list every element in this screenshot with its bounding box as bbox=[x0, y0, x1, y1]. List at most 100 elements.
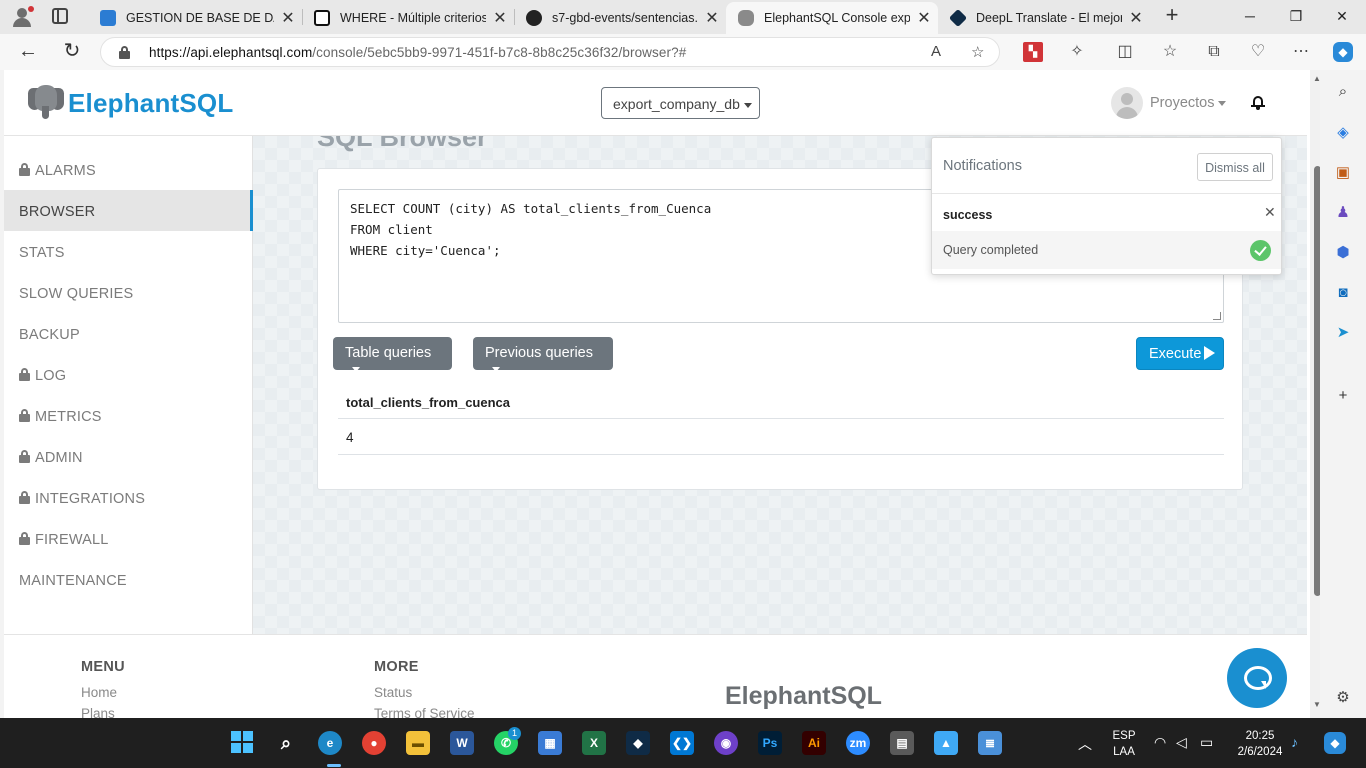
scrollbar-thumb[interactable] bbox=[1314, 166, 1320, 596]
window-close-button[interactable]: ✕ bbox=[1322, 4, 1362, 28]
close-icon[interactable]: ✕ bbox=[910, 8, 938, 28]
outlook-icon[interactable]: ◙ bbox=[1333, 283, 1353, 303]
github-desktop-icon[interactable]: ◉ bbox=[714, 731, 738, 755]
close-icon[interactable]: ✕ bbox=[486, 8, 514, 28]
browser-tab-3[interactable]: s7-gbd-events/sentencias.m ✕ bbox=[514, 2, 726, 34]
browser-tab-2[interactable]: WHERE - Múltiple criterios ✕ bbox=[302, 2, 514, 34]
close-icon[interactable]: ✕ bbox=[1264, 204, 1276, 221]
battery-icon[interactable]: ▭ bbox=[1200, 734, 1213, 751]
chat-support-icon[interactable] bbox=[1227, 648, 1287, 708]
vscode-icon[interactable]: ❮❯ bbox=[670, 731, 694, 755]
footer-link-home[interactable]: Home bbox=[81, 685, 117, 700]
sidebar-item-metrics[interactable]: METRICS bbox=[4, 395, 253, 436]
sidebar-item-firewall[interactable]: FIREWALL bbox=[4, 518, 253, 559]
favorites-icon[interactable]: ☆ bbox=[1160, 42, 1180, 62]
sidebar-item-admin[interactable]: ADMIN bbox=[4, 436, 253, 477]
user-menu[interactable]: Proyectos bbox=[1111, 87, 1227, 119]
footer-link-terms[interactable]: Terms of Service bbox=[374, 706, 475, 718]
brand-name[interactable]: ElephantSQL bbox=[68, 88, 233, 119]
sidebar-item-label: INTEGRATIONS bbox=[35, 491, 146, 507]
photoshop-icon[interactable]: Ps bbox=[758, 731, 782, 755]
sidebar-item-alarms[interactable]: ALARMS bbox=[4, 149, 253, 190]
footer-link-status[interactable]: Status bbox=[374, 685, 412, 700]
store-icon[interactable]: ▦ bbox=[538, 731, 562, 755]
notification-bell-icon[interactable]: ♪ bbox=[1291, 734, 1298, 750]
database-select[interactable]: export_company_db bbox=[601, 87, 760, 119]
previous-queries-button[interactable]: Previous queries bbox=[473, 337, 613, 372]
tab-title: WHERE - Múltiple criterios bbox=[340, 11, 486, 25]
read-aloud-icon[interactable]: A bbox=[931, 43, 941, 60]
chrome-icon[interactable]: ● bbox=[362, 731, 386, 755]
sidebar-item-log[interactable]: LOG bbox=[4, 354, 253, 395]
close-icon[interactable]: ✕ bbox=[698, 8, 726, 28]
photos-icon[interactable]: ▲ bbox=[934, 731, 958, 755]
word-icon[interactable]: W bbox=[450, 731, 474, 755]
footer-link-plans[interactable]: Plans bbox=[81, 706, 115, 718]
lock-icon[interactable] bbox=[119, 46, 130, 59]
scroll-up-icon[interactable]: ▲ bbox=[1313, 74, 1320, 83]
browser-tab-5[interactable]: DeepL Translate - El mejor t ✕ bbox=[938, 2, 1150, 34]
close-icon[interactable]: ✕ bbox=[274, 8, 302, 28]
sidebar-settings-gear-icon[interactable]: ⚙ bbox=[1333, 688, 1353, 708]
deepl-app-icon[interactable]: ◆ bbox=[626, 731, 650, 755]
profile-icon[interactable] bbox=[10, 6, 34, 28]
calculator-icon[interactable]: ▤ bbox=[890, 731, 914, 755]
sidebar-item-backup[interactable]: BACKUP bbox=[4, 313, 253, 354]
lock-icon bbox=[19, 532, 30, 545]
dismiss-all-button[interactable]: Dismiss all bbox=[1197, 153, 1273, 181]
clock[interactable]: 20:25 2/6/2024 bbox=[1230, 730, 1290, 758]
resize-handle[interactable] bbox=[1213, 312, 1221, 320]
minimize-button[interactable]: ─ bbox=[1230, 4, 1270, 28]
tray-chevron-up-icon[interactable]: ︿ bbox=[1078, 734, 1092, 754]
illustrator-icon[interactable]: Ai bbox=[802, 731, 826, 755]
sidebar-item-stats[interactable]: STATS bbox=[4, 231, 253, 272]
copilot-taskbar-icon[interactable]: ◆ bbox=[1324, 732, 1346, 754]
lock-icon bbox=[19, 491, 30, 504]
shopping-tag-icon[interactable]: ◈ bbox=[1333, 123, 1353, 143]
sidebar-item-integrations[interactable]: INTEGRATIONS bbox=[4, 477, 253, 518]
mega-extension-icon[interactable]: ▚ bbox=[1023, 42, 1043, 62]
restore-button[interactable]: ❐ bbox=[1276, 4, 1316, 28]
page-scrollbar[interactable]: ▲ ▼ bbox=[1310, 70, 1320, 718]
sidebar-item-maintenance[interactable]: MAINTENANCE bbox=[4, 559, 253, 600]
address-bar[interactable]: https://api.elephantsql.com/console/5ebc… bbox=[100, 37, 1000, 67]
scroll-down-icon[interactable]: ▼ bbox=[1313, 700, 1320, 709]
browser-tab-4-active[interactable]: ElephantSQL Console export ✕ bbox=[726, 2, 938, 34]
copilot-icon[interactable]: ◆ bbox=[1333, 42, 1353, 62]
tools-briefcase-icon[interactable]: ▣ bbox=[1333, 163, 1353, 183]
extensions-puzzle-icon[interactable]: ✧ bbox=[1067, 42, 1087, 62]
reload-button[interactable]: ↻ bbox=[60, 40, 84, 64]
keyboard-language[interactable]: ESP LAA bbox=[1110, 730, 1138, 758]
excel-icon[interactable]: X bbox=[582, 731, 606, 755]
edge-browser-icon[interactable]: e bbox=[318, 731, 342, 755]
favorite-star-icon[interactable]: ☆ bbox=[971, 43, 984, 61]
taskbar-search-icon[interactable]: ⌕ bbox=[274, 731, 298, 755]
collections-icon[interactable]: ⧉ bbox=[1204, 42, 1224, 62]
close-icon[interactable]: ✕ bbox=[1122, 8, 1150, 28]
windows-start-icon[interactable] bbox=[230, 731, 254, 755]
sidebar-item-slow-queries[interactable]: SLOW QUERIES bbox=[4, 272, 253, 313]
tab-actions-icon[interactable] bbox=[52, 8, 68, 24]
notepad-icon[interactable]: ≣ bbox=[978, 731, 1002, 755]
games-icon[interactable]: ♟ bbox=[1333, 203, 1353, 223]
url-text[interactable]: https://api.elephantsql.com/console/5ebc… bbox=[149, 45, 686, 60]
elephant-logo-icon[interactable] bbox=[28, 84, 64, 120]
zoom-icon[interactable]: zm bbox=[846, 731, 870, 755]
browser-essentials-icon[interactable]: ♡ bbox=[1248, 42, 1268, 62]
bell-icon[interactable] bbox=[1251, 95, 1265, 110]
sidebar-item-browser[interactable]: BROWSER bbox=[4, 190, 253, 231]
volume-icon[interactable]: ◁ bbox=[1176, 734, 1187, 751]
search-icon[interactable]: ⌕ bbox=[1333, 82, 1353, 102]
more-menu-icon[interactable]: ⋯ bbox=[1291, 42, 1311, 62]
back-button[interactable]: ← bbox=[16, 40, 40, 64]
browser-tab-1[interactable]: GESTION DE BASE DE DATOS ✕ bbox=[88, 2, 302, 34]
split-screen-icon[interactable]: ◫ bbox=[1115, 42, 1135, 62]
microsoft365-icon[interactable]: ⬢ bbox=[1333, 243, 1353, 263]
execute-button[interactable]: Execute bbox=[1136, 337, 1224, 370]
new-tab-button[interactable]: + bbox=[1160, 4, 1184, 28]
table-queries-button[interactable]: Table queries bbox=[333, 337, 452, 372]
add-sidebar-app-icon[interactable]: + bbox=[1333, 386, 1353, 406]
file-explorer-icon[interactable]: ▬ bbox=[406, 731, 430, 755]
wifi-icon[interactable]: ◠ bbox=[1154, 734, 1166, 751]
drop-send-icon[interactable]: ➤ bbox=[1333, 323, 1353, 343]
